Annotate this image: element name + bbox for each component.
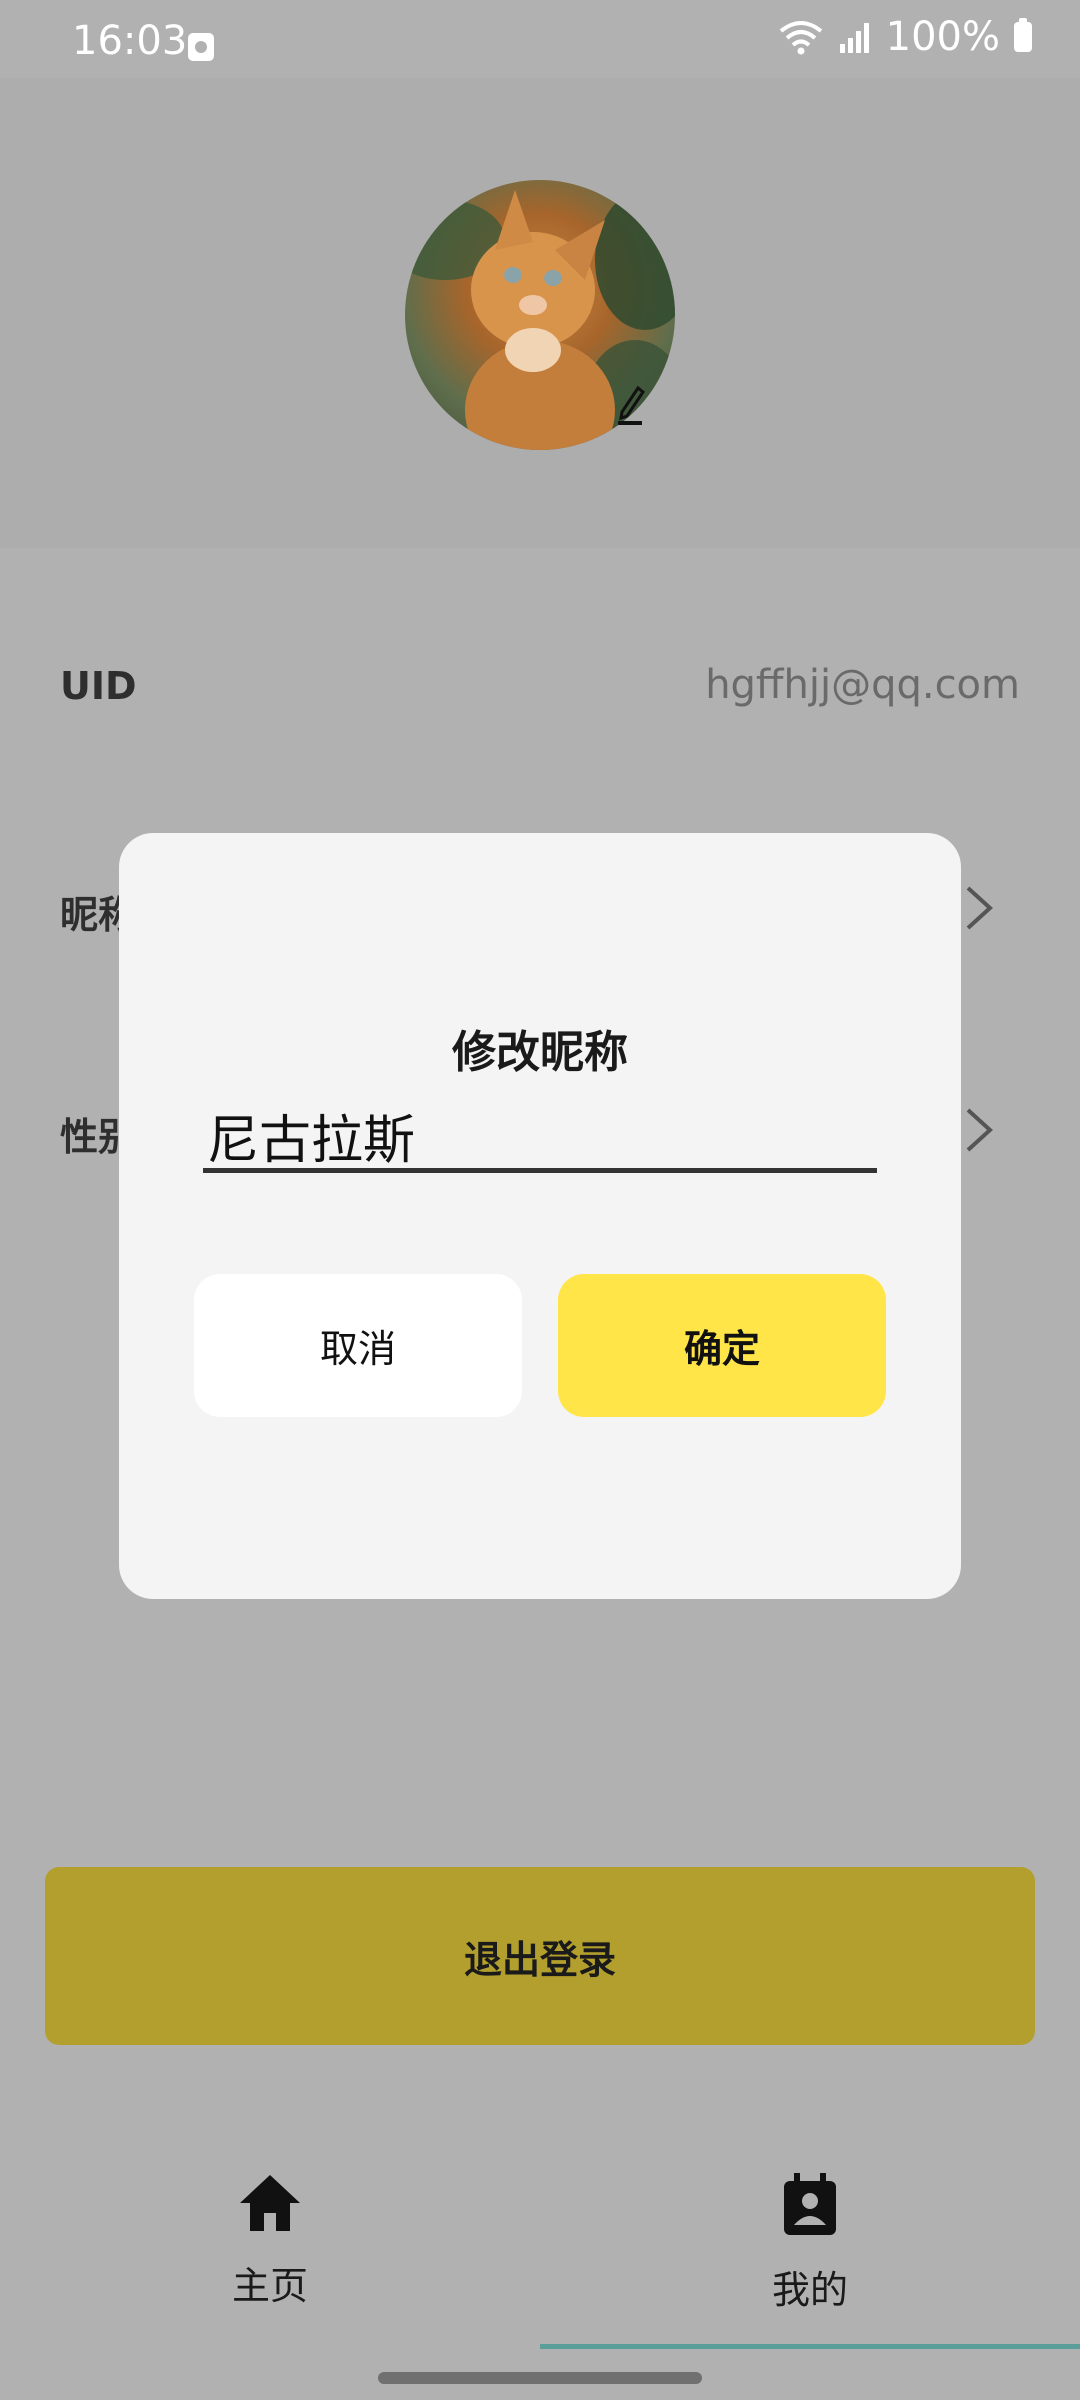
- battery-icon: [1014, 18, 1032, 52]
- uid-value: hgffhjj@qq.com: [705, 662, 1020, 708]
- edit-avatar-icon[interactable]: [614, 380, 648, 426]
- contact-card-icon: [784, 2173, 836, 2235]
- battery-percent: 100%: [885, 14, 1000, 60]
- nav-item-home[interactable]: 主页: [170, 2173, 370, 2310]
- signal-icon: [839, 23, 869, 53]
- nav-label-home: 主页: [231, 2264, 308, 2308]
- chevron-right-icon: [966, 886, 993, 930]
- uid-label: UID: [60, 664, 137, 708]
- nav-label-mine: 我的: [771, 2268, 848, 2312]
- gesture-home-bar[interactable]: [378, 2372, 702, 2384]
- screen-record-icon: [188, 33, 214, 61]
- nav-item-mine[interactable]: 我的: [710, 2173, 910, 2314]
- nav-active-indicator: [540, 2344, 1080, 2349]
- logout-button[interactable]: 退出登录: [45, 1867, 1035, 2045]
- status-right: 100%: [778, 14, 1032, 60]
- status-time: 16:03: [72, 18, 188, 64]
- status-bar: 16:03 100%: [0, 0, 1080, 78]
- confirm-button[interactable]: 确定: [558, 1274, 886, 1417]
- chevron-right-icon: [966, 1108, 993, 1152]
- bottom-nav: 主页 我的: [0, 2143, 1080, 2400]
- nickname-input[interactable]: [203, 1103, 877, 1173]
- home-icon: [240, 2175, 300, 2231]
- edit-nickname-dialog: 修改昵称 取消 确定: [119, 833, 961, 1599]
- cancel-button[interactable]: 取消: [194, 1274, 522, 1417]
- dialog-title: 修改昵称: [452, 1027, 628, 1078]
- wifi-icon: [779, 21, 822, 55]
